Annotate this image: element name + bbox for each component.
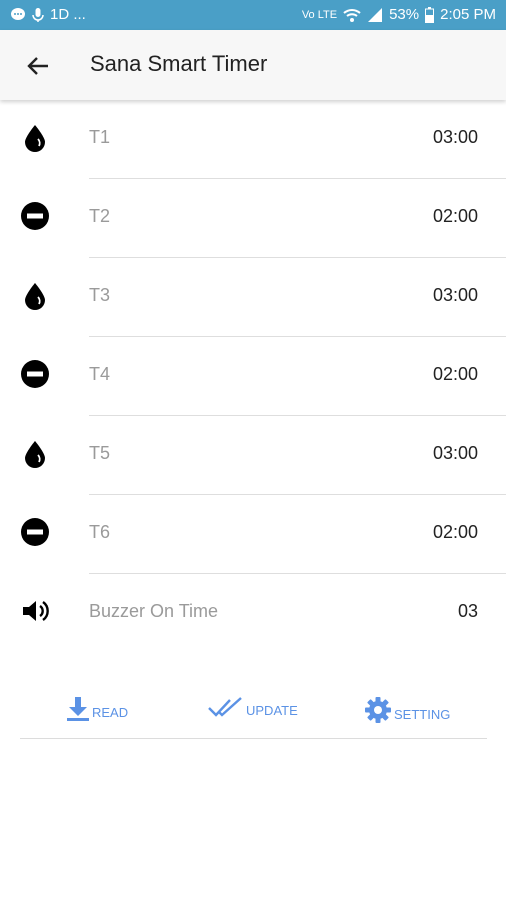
volte-icon: Vo LTE xyxy=(301,8,338,21)
app-bar: Sana Smart Timer xyxy=(0,30,506,100)
action-bar: READ UPDATE SETTING xyxy=(0,690,506,740)
page-title: Sana Smart Timer xyxy=(90,51,268,76)
status-left-text: 1D ... xyxy=(50,6,86,23)
timer-label: T6 xyxy=(89,522,111,542)
chat-icon xyxy=(11,7,25,20)
update-label: UPDATE xyxy=(246,703,298,718)
mic-icon xyxy=(32,7,44,22)
setting-label: SETTING xyxy=(394,707,451,722)
timer-label: T3 xyxy=(89,285,111,305)
buzzer-label: Buzzer On Time xyxy=(89,601,219,621)
timer-label: T2 xyxy=(89,206,111,226)
water-drop-icon xyxy=(25,441,45,468)
timer-row-t1[interactable]: T1 03:00 xyxy=(0,100,506,179)
timer-list: T1 03:00 T2 02:00 T3 03:00 T4 02:00 T5 0… xyxy=(0,100,506,653)
double-check-icon xyxy=(208,697,242,717)
timer-value[interactable]: 03:00 xyxy=(433,443,478,464)
battery-icon xyxy=(425,6,435,23)
timer-label: T1 xyxy=(89,127,111,147)
water-drop-icon xyxy=(25,125,45,152)
wifi-icon xyxy=(343,8,361,22)
buzzer-row[interactable]: Buzzer On Time 03 xyxy=(0,574,506,653)
buzzer-value[interactable]: 03 xyxy=(458,601,478,622)
status-time: 2:05 PM xyxy=(440,6,496,23)
timer-row-t5[interactable]: T5 03:00 xyxy=(0,416,506,495)
timer-row-t2[interactable]: T2 02:00 xyxy=(0,179,506,258)
update-button[interactable]: UPDATE xyxy=(208,696,298,720)
read-label: READ xyxy=(92,705,129,720)
timer-value[interactable]: 02:00 xyxy=(433,364,478,385)
minus-circle-icon xyxy=(21,360,49,388)
arrow-left-icon[interactable] xyxy=(22,50,54,82)
speaker-icon xyxy=(23,601,49,621)
setting-button[interactable]: SETTING xyxy=(364,696,450,724)
timer-label: T5 xyxy=(89,443,111,463)
signal-icon xyxy=(368,7,383,22)
timer-row-t4[interactable]: T4 02:00 xyxy=(0,337,506,416)
divider xyxy=(20,738,487,739)
read-button[interactable]: READ xyxy=(66,696,128,722)
status-bar: 1D ... Vo LTE 53% 2:05 PM xyxy=(0,0,506,30)
download-icon xyxy=(67,697,89,721)
timer-label: T4 xyxy=(89,364,111,384)
timer-row-t3[interactable]: T3 03:00 xyxy=(0,258,506,337)
timer-value[interactable]: 03:00 xyxy=(433,127,478,148)
minus-circle-icon xyxy=(21,202,49,230)
timer-value[interactable]: 02:00 xyxy=(433,522,478,543)
gear-icon xyxy=(365,697,391,723)
water-drop-icon xyxy=(25,283,45,310)
timer-row-t6[interactable]: T6 02:00 xyxy=(0,495,506,574)
timer-value[interactable]: 02:00 xyxy=(433,206,478,227)
minus-circle-icon xyxy=(21,518,49,546)
timer-value[interactable]: 03:00 xyxy=(433,285,478,306)
battery-percent: 53% xyxy=(389,6,420,23)
